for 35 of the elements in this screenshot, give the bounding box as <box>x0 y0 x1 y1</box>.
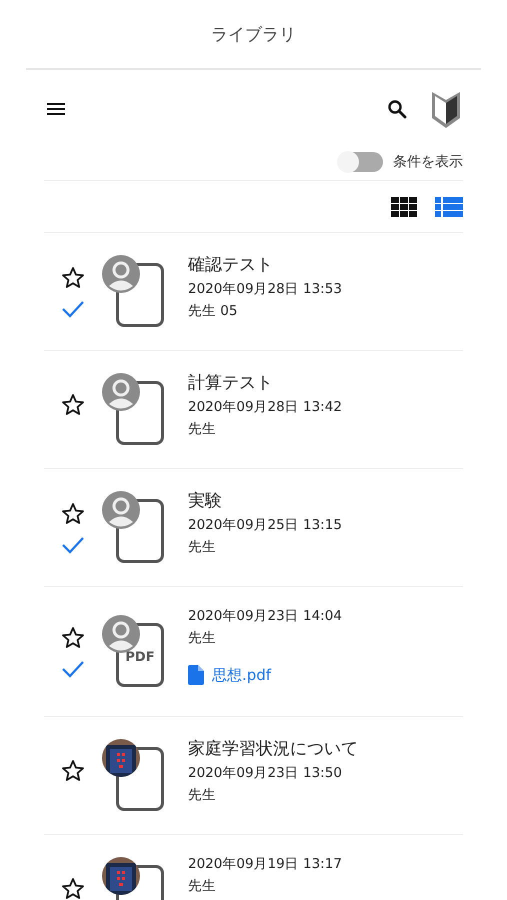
avatar-icon <box>102 614 140 652</box>
item-author: 先生 <box>188 420 217 438</box>
search-icon[interactable] <box>387 99 407 119</box>
item-author: 先生 <box>188 786 217 804</box>
item-date: 2020年09月28日 13:42 <box>188 398 342 416</box>
star-icon[interactable] <box>61 626 85 650</box>
item-title[interactable]: 確認テスト <box>188 253 342 276</box>
star-icon[interactable] <box>61 502 85 526</box>
grid-view-icon[interactable] <box>391 196 417 216</box>
toggle-label: 条件を表示 <box>393 153 463 171</box>
star-icon[interactable] <box>61 392 85 416</box>
item-date: 2020年09月28日 13:53 <box>188 280 342 298</box>
item-date: 2020年09月19日 13:17 <box>188 855 342 873</box>
star-icon[interactable] <box>61 266 85 290</box>
star-icon[interactable] <box>61 758 85 782</box>
page-title: ライブラリ <box>211 24 296 46</box>
avatar-icon <box>102 254 140 292</box>
avatar-icon <box>102 490 140 528</box>
menu-icon[interactable] <box>47 102 65 116</box>
item-date: 2020年09月23日 13:50 <box>188 764 343 782</box>
item-author: 先生 05 <box>188 302 238 320</box>
filter-toggle[interactable] <box>339 152 383 172</box>
attachment-link[interactable]: 思想.pdf <box>212 666 272 684</box>
item-author: 先生 <box>188 538 217 556</box>
item-author: 先生 <box>188 629 217 647</box>
item-date: 2020年09月25日 13:15 <box>188 516 342 534</box>
list-view-icon[interactable] <box>435 196 463 216</box>
star-icon[interactable] <box>61 876 85 900</box>
avatar-icon <box>102 372 140 410</box>
item-title[interactable]: 計算テスト <box>188 371 342 394</box>
item-date: 2020年09月23日 14:04 <box>188 607 342 625</box>
item-title[interactable]: 家庭学習状況について <box>188 737 358 760</box>
item-author: 先生 <box>188 877 217 895</box>
file-icon <box>188 665 204 685</box>
item-title[interactable]: 実験 <box>188 489 342 512</box>
